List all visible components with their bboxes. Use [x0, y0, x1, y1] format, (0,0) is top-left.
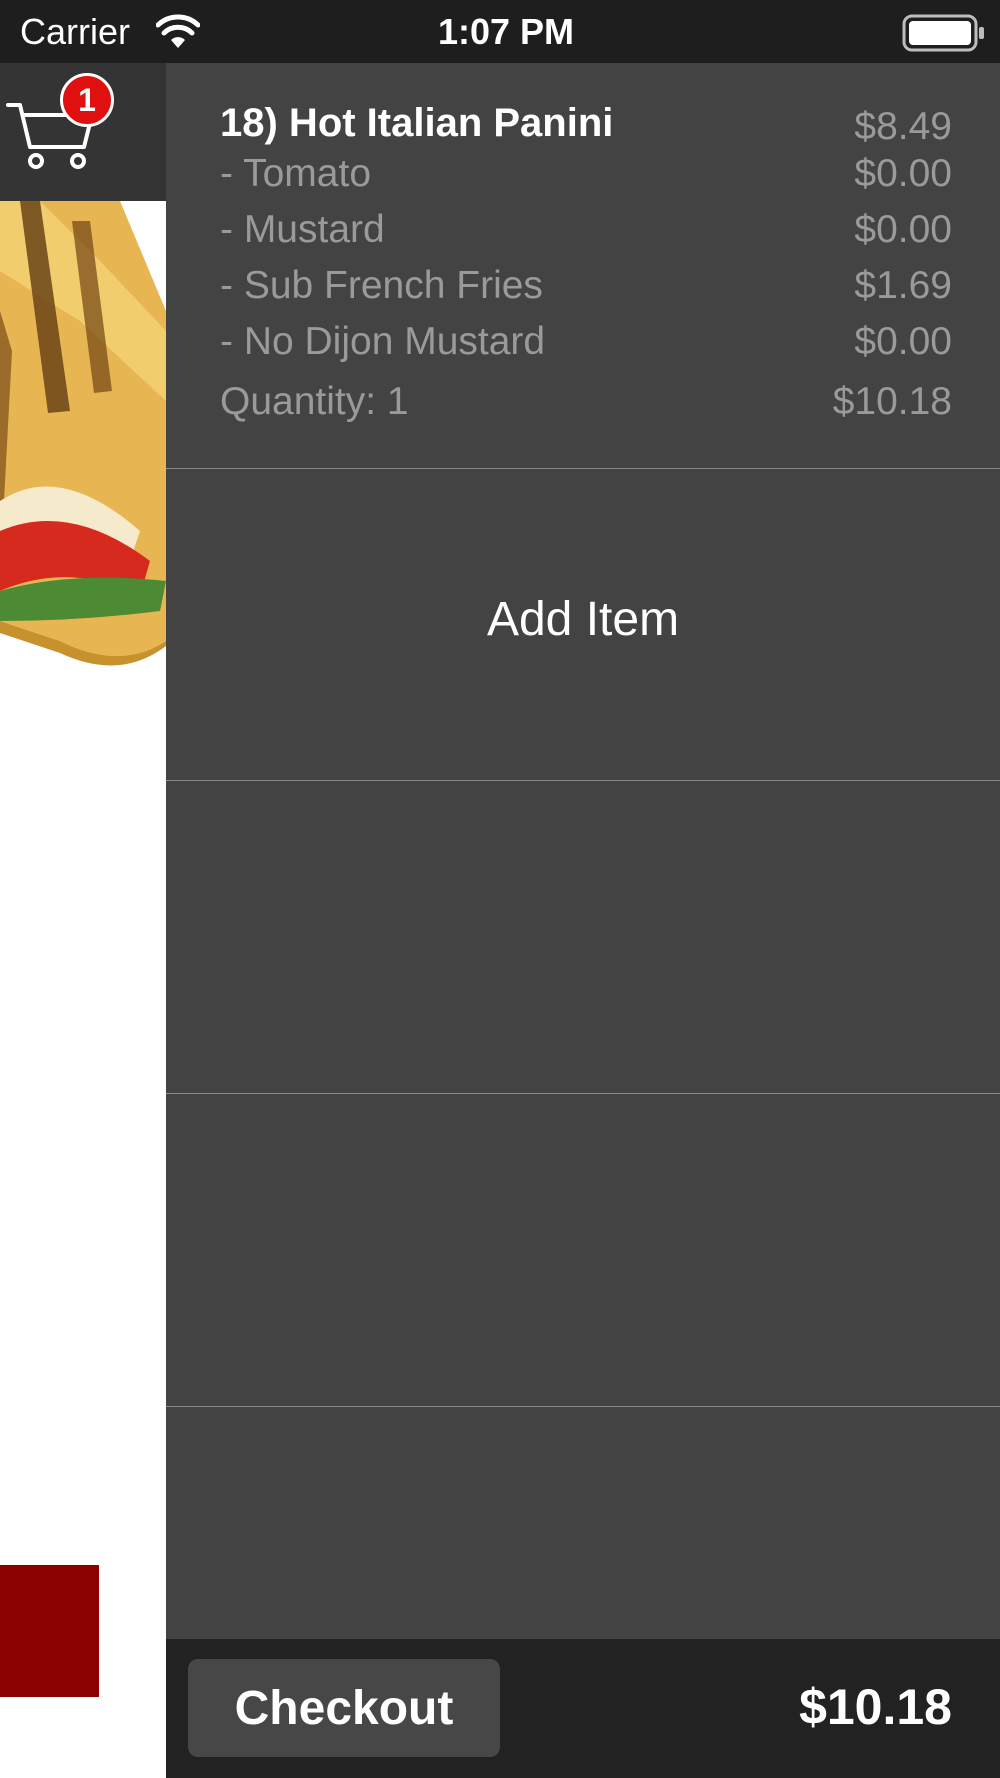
- modifier-row: - Mustard $0.00: [220, 207, 952, 253]
- status-bar: Carrier 1:07 PM: [0, 0, 1000, 63]
- cart-header: 1: [0, 63, 166, 201]
- add-item-label: Add Item: [486, 593, 680, 646]
- modifier-price: $0.00: [854, 152, 952, 195]
- item-price: $8.49: [854, 105, 952, 148]
- modifier-price: $1.69: [854, 264, 952, 307]
- checkout-bar: Checkout $10.18: [166, 1639, 1000, 1778]
- modifier-label: - Tomato: [220, 152, 372, 195]
- modifier-label: - Sub French Fries: [220, 264, 543, 307]
- menu-page: 1: [0, 63, 166, 1778]
- cart-drawer: 18) Hot Italian Panini $8.49 - Tomato $0…: [166, 63, 1000, 1778]
- modifier-row: - Sub French Fries $1.69: [220, 263, 952, 309]
- panini-image: [0, 201, 166, 666]
- screen: Carrier 1:07 PM 1 18) Hot Italian Panini…: [0, 0, 1000, 1778]
- modifier-row: - Tomato $0.00: [220, 151, 952, 197]
- order-total: $10.18: [799, 1679, 952, 1735]
- modifier-label: - Mustard: [220, 208, 385, 251]
- modifier-price: $0.00: [854, 320, 952, 363]
- modifier-label: - No Dijon Mustard: [220, 320, 546, 363]
- empty-cell: [166, 781, 1000, 1094]
- accent-block: [0, 1565, 99, 1697]
- modifier-price: $0.00: [854, 208, 952, 251]
- checkout-button[interactable]: Checkout: [188, 1659, 500, 1757]
- cart-badge: 1: [60, 73, 114, 127]
- line-total: $10.18: [832, 380, 952, 423]
- battery-icon: [902, 14, 984, 52]
- quantity-label: Quantity: 1: [220, 380, 409, 423]
- item-title-row: 18) Hot Italian Panini $8.49: [220, 100, 952, 148]
- status-time: 1:07 PM: [437, 11, 575, 52]
- quantity-row: Quantity: 1 $10.18: [220, 379, 952, 425]
- order-item-cell[interactable]: 18) Hot Italian Panini $8.49 - Tomato $0…: [166, 63, 1000, 469]
- item-title: 18) Hot Italian Panini: [220, 101, 614, 145]
- modifier-row: - No Dijon Mustard $0.00: [220, 319, 952, 365]
- empty-cell: [166, 1094, 1000, 1407]
- add-item-button[interactable]: Add Item: [166, 468, 1000, 781]
